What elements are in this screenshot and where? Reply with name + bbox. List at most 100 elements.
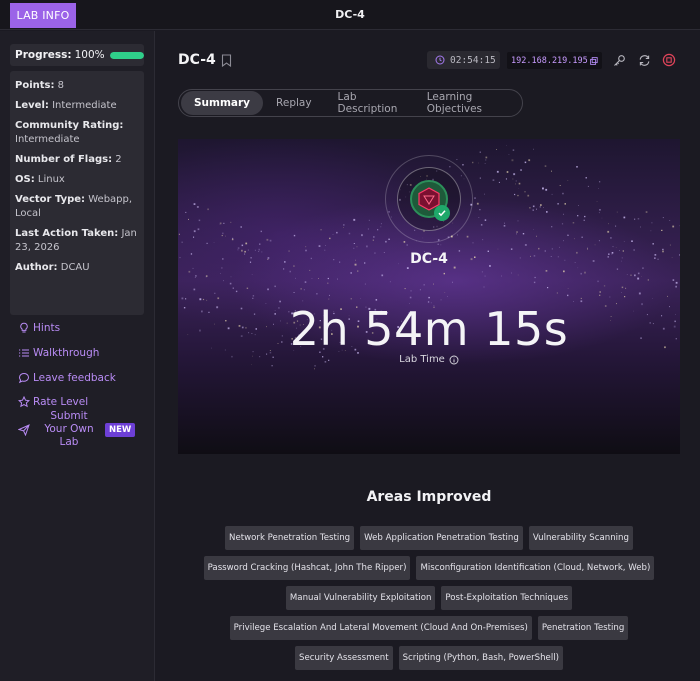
lab-time-label: Lab Time [399,354,445,365]
submit-lab-link[interactable]: Submit Your Own Lab NEW [18,410,148,448]
particle-dot [546,211,548,213]
particle-dot [603,285,606,287]
particle-dot [599,209,601,211]
tab-replay[interactable]: Replay [263,91,325,115]
particle-dot [440,299,442,301]
particle-dot [240,226,242,228]
particle-dot [625,287,627,289]
particle-dot [372,239,374,241]
hero-banner: DC-4 2h 54m 15s Lab Time [178,139,680,454]
particle-dot [536,208,537,210]
particle-dot [269,239,272,242]
particle-dot [440,244,442,246]
particle-dot [188,270,191,273]
particle-dot [638,292,641,295]
particle-dot [512,149,515,151]
copy-icon[interactable] [589,56,598,65]
particle-dot [327,282,329,284]
particle-dot [651,222,653,224]
particle-dot [274,285,276,288]
particle-dot [520,169,522,171]
stop-icon[interactable] [662,53,676,67]
particle-dot [559,246,560,248]
particle-dot [368,219,370,221]
particle-dot [260,230,262,233]
lab-info-panel: Points: 8 Level: Intermediate Community … [10,71,144,315]
particle-dot [472,242,474,244]
area-chip: Post-Exploitation Techniques [441,586,573,610]
particle-dot [626,274,628,275]
new-badge: NEW [105,422,136,437]
particle-dot [562,192,564,195]
particle-dot [246,287,249,289]
info-value: 2 [115,154,122,165]
particle-dot [624,296,626,298]
walkthrough-link[interactable]: Walkthrough [18,341,148,366]
particle-dot [538,247,540,250]
particle-dot [474,197,476,199]
particle-dot [561,223,564,225]
particle-dot [252,295,255,297]
particle-dot [585,177,587,179]
particle-dot [669,244,671,246]
particle-dot [293,234,296,237]
lab-time-value: 2h 54m 15s [289,302,569,356]
particle-dot [220,273,221,274]
feedback-link[interactable]: Leave feedback [18,365,148,390]
particle-dot [251,274,253,275]
refresh-icon[interactable] [637,53,651,67]
particle-dot [616,211,618,213]
particle-dot [202,298,205,301]
tab-summary[interactable]: Summary [181,91,264,115]
particle-dot [207,208,209,211]
particle-dot [375,299,378,301]
particle-dot [534,276,536,279]
progress-label: Progress: [15,49,72,61]
particle-dot [377,229,379,231]
particle-dot [484,275,486,277]
particle-dot [476,202,479,205]
tab-learning-objectives[interactable]: Learning Objectives [414,91,520,115]
area-chip: Web Application Penetration Testing [360,526,523,550]
particle-dot [343,227,344,228]
info-value: DCAU [60,262,90,273]
particle-dot [199,298,202,301]
particle-dot [232,237,234,239]
particle-dot [221,235,223,237]
info-value: Intermediate [52,100,117,111]
particle-dot [516,233,517,235]
particle-dot [472,161,474,164]
progress-fill [109,51,144,59]
completed-check-icon [434,205,450,221]
info-row-level: Level: Intermediate [15,99,139,113]
particle-dot [196,206,199,208]
star-icon [18,396,30,408]
particle-dot [517,194,519,197]
key-icon[interactable] [612,53,626,67]
particle-dot [496,170,499,173]
info-value: 8 [57,80,65,91]
particle-dot [512,178,514,180]
info-key: OS: [15,174,35,185]
particle-dot [527,194,530,197]
particle-dot [539,206,541,208]
particle-dot [185,211,187,213]
particle-dot [181,241,183,243]
sidebar: Progress: 100% Points: 8 Level: Intermed… [0,31,155,681]
hints-link[interactable]: Hints [18,316,148,341]
particle-dot [348,232,351,235]
ip-address-pill[interactable]: 192.168.219.195 [507,52,602,69]
particle-dot [329,294,330,296]
particle-dot [188,218,189,220]
info-icon[interactable] [449,355,459,365]
particle-dot [650,230,652,232]
bookmark-icon[interactable] [221,54,232,67]
particle-dot [623,241,625,242]
particle-dot [672,279,675,281]
particle-dot [232,287,234,289]
walkthrough-label: Walkthrough [33,347,100,360]
particle-dot [547,287,549,289]
particle-dot [230,221,232,223]
tab-lab-description[interactable]: Lab Description [325,91,414,115]
particle-dot [637,277,640,280]
